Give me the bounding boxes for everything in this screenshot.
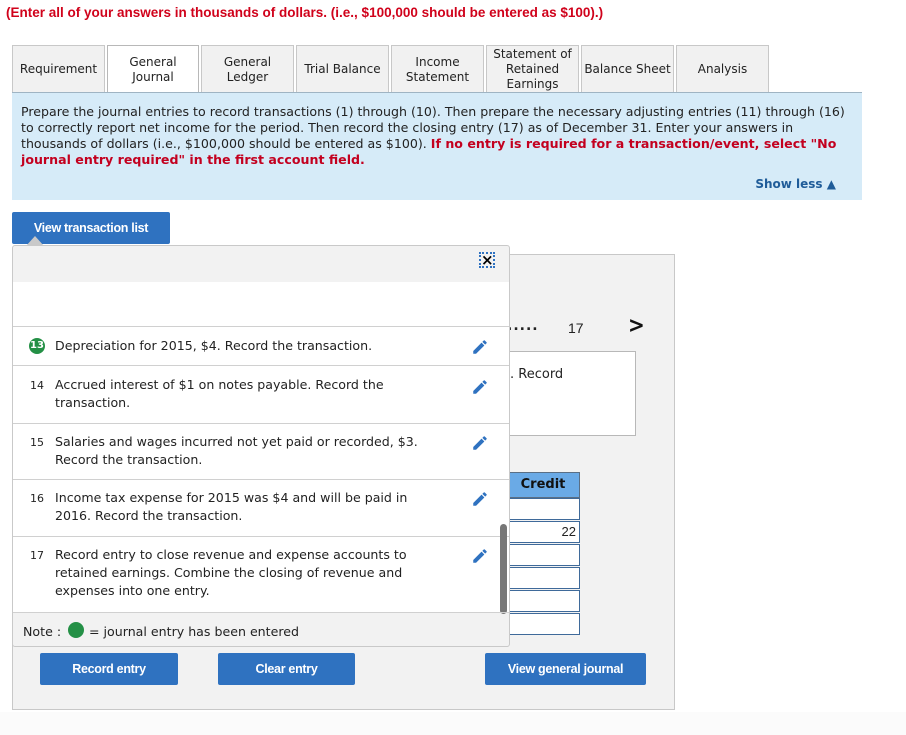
transaction-text: Accrued interest of $1 on notes payable.… [55, 377, 384, 410]
transaction-description-box [500, 351, 636, 436]
transaction-description-text: . Record [510, 367, 564, 382]
pencil-icon[interactable] [471, 490, 489, 508]
close-icon[interactable]: × [479, 252, 495, 268]
tab-general-journal[interactable]: General Journal [107, 45, 199, 93]
pencil-icon[interactable] [471, 434, 489, 452]
transaction-text: Depreciation for 2015, $4. Record the tr… [55, 338, 373, 353]
transaction-text: Salaries and wages incurred not yet paid… [55, 434, 418, 467]
tab-label: Statement of Retained Earnings [493, 47, 572, 91]
pencil-icon[interactable] [471, 378, 489, 396]
list-item[interactable]: 13 Depreciation for 2015, $4. Record the… [13, 326, 509, 365]
list-item[interactable]: 16 Income tax expense for 2015 was $4 an… [13, 479, 509, 536]
instruction-panel: Prepare the journal entries to record tr… [12, 92, 862, 200]
credit-input[interactable] [506, 498, 580, 520]
tab-bar: Requirement General Journal General Ledg… [12, 45, 771, 93]
tab-requirement[interactable]: Requirement [12, 45, 105, 93]
transaction-number: 15 [30, 436, 44, 449]
note-text: = journal entry has been entered [89, 624, 299, 639]
transaction-text: Record entry to close revenue and expens… [55, 547, 407, 598]
tab-statement-of-retained-earnings[interactable]: Statement of Retained Earnings [486, 45, 579, 93]
tab-income-statement[interactable]: Income Statement [391, 45, 484, 93]
credit-column-header: Credit [506, 472, 580, 498]
note-label: Note : [23, 624, 62, 639]
tab-balance-sheet[interactable]: Balance Sheet [581, 45, 674, 93]
transaction-list: 13 Depreciation for 2015, $4. Record the… [13, 282, 509, 612]
show-less-link[interactable]: Show less ▲ [755, 177, 836, 191]
transaction-number: 17 [30, 549, 44, 562]
credit-input[interactable] [506, 590, 580, 612]
record-entry-button[interactable]: Record entry [40, 653, 178, 685]
pencil-icon[interactable] [471, 338, 489, 356]
tab-label: Trial Balance [304, 62, 381, 76]
pager-current-page[interactable]: 17 [568, 320, 584, 336]
pencil-icon[interactable] [471, 547, 489, 565]
credit-input[interactable] [506, 567, 580, 589]
tab-label: Analysis [697, 62, 748, 76]
show-less-label: Show less [755, 177, 823, 191]
list-scrollbar[interactable] [500, 524, 507, 614]
tab-label: Balance Sheet [584, 62, 671, 76]
clear-entry-button[interactable]: Clear entry [218, 653, 355, 685]
view-general-journal-button[interactable]: View general journal [485, 653, 646, 685]
list-item[interactable]: 15 Salaries and wages incurred not yet p… [13, 423, 509, 479]
transaction-number: 16 [30, 492, 44, 505]
instruction-body: Prepare the journal entries to record tr… [21, 104, 861, 168]
list-item[interactable]: 17 Record entry to close revenue and exp… [13, 536, 509, 612]
triangle-up-icon: ▲ [826, 177, 836, 191]
instruction-text: (Enter all of your answers in thousands … [6, 5, 604, 20]
green-dot-icon [68, 622, 84, 638]
tab-label: Income Statement [405, 54, 470, 84]
transaction-number: 14 [30, 379, 44, 392]
tab-general-ledger[interactable]: General Ledger [201, 45, 294, 93]
tab-analysis[interactable]: Analysis [676, 45, 769, 93]
credit-input[interactable] [506, 613, 580, 635]
tab-trial-balance[interactable]: Trial Balance [296, 45, 389, 93]
note-legend: Note : = journal entry has been entered [13, 612, 509, 646]
tab-label: General Ledger [223, 54, 272, 84]
transaction-text: Income tax expense for 2015 was $4 and w… [55, 490, 408, 523]
credit-input[interactable] [506, 544, 580, 566]
credit-input[interactable]: 22 [506, 521, 580, 543]
tab-label: General Journal [129, 54, 177, 84]
page-bottom [0, 712, 906, 735]
tab-label: Requirement [19, 62, 98, 76]
entered-badge: 13 [29, 338, 45, 354]
pager-dots[interactable]: ..... [507, 318, 539, 334]
chevron-right-icon[interactable]: > [628, 312, 645, 338]
list-item[interactable]: 14 Accrued interest of $1 on notes payab… [13, 365, 509, 423]
transaction-list-popup: × 13 Depreciation for 2015, $4. Record t… [12, 245, 510, 647]
